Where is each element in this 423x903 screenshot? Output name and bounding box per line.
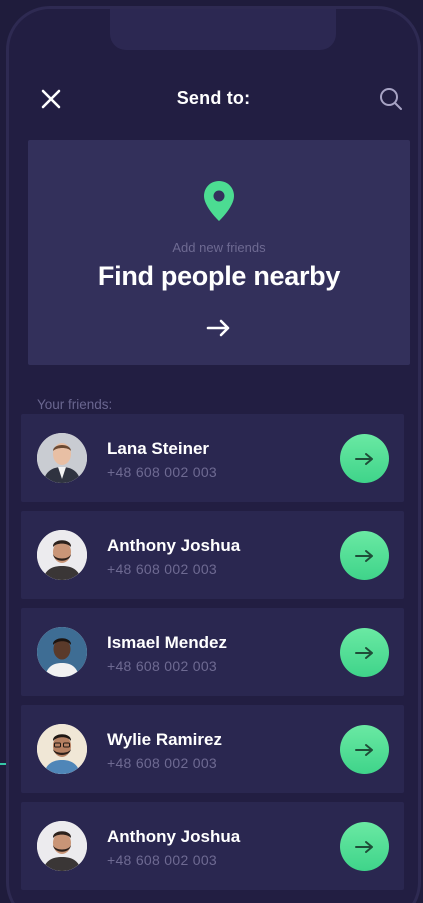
friend-name: Anthony Joshua — [107, 827, 241, 846]
avatar-man-glasses-icon — [37, 724, 87, 774]
avatar-man-beard-icon — [37, 821, 87, 871]
avatar — [37, 530, 87, 580]
avatar-man-beard-icon — [37, 530, 87, 580]
friends-section-label: Your friends: — [37, 397, 113, 412]
card-title: Find people nearby — [97, 261, 341, 291]
friend-phone: +48 608 002 003 — [107, 852, 217, 868]
arrow-right-icon[interactable] — [204, 316, 234, 340]
avatar — [37, 433, 87, 483]
friend-name: Lana Steiner — [107, 439, 210, 458]
find-people-nearby-card[interactable]: Add new friends Find people nearby — [28, 140, 410, 365]
friend-row[interactable]: Anthony Joshua +48 608 002 003 — [21, 802, 404, 890]
friend-phone: +48 608 002 003 — [107, 464, 217, 480]
friend-row[interactable]: Wylie Ramirez +48 608 002 003 — [21, 705, 404, 793]
phone-notch — [110, 9, 336, 50]
avatar — [37, 821, 87, 871]
friend-row[interactable]: Lana Steiner +48 608 002 003 — [21, 414, 404, 502]
friend-phone: +48 608 002 003 — [107, 658, 217, 674]
search-icon — [380, 88, 402, 110]
friend-name: Anthony Joshua — [107, 536, 241, 555]
friend-name: Wylie Ramirez — [107, 730, 222, 749]
avatar — [37, 627, 87, 677]
location-pin-icon — [204, 181, 234, 221]
card-subtitle: Add new friends — [172, 240, 266, 255]
header-bar: Send to: — [9, 81, 418, 117]
send-button[interactable] — [340, 628, 389, 677]
send-button[interactable] — [340, 531, 389, 580]
friend-phone: +48 608 002 003 — [107, 561, 217, 577]
send-button[interactable] — [340, 822, 389, 871]
friend-name: Ismael Mendez — [107, 633, 227, 652]
search-button[interactable] — [378, 86, 404, 112]
page-title: Send to: — [176, 88, 251, 108]
friend-list: Lana Steiner +48 608 002 003 Anthony Jos… — [21, 414, 404, 899]
arrow-right-icon — [354, 743, 373, 756]
avatar — [37, 724, 87, 774]
friend-phone: +48 608 002 003 — [107, 755, 217, 771]
send-button[interactable] — [340, 434, 389, 483]
arrow-right-icon — [354, 549, 373, 562]
friend-row[interactable]: Anthony Joshua +48 608 002 003 — [21, 511, 404, 599]
send-button[interactable] — [340, 725, 389, 774]
arrow-right-icon — [354, 840, 373, 853]
arrow-right-icon — [354, 646, 373, 659]
screen: Send to: Add new friends Find people nea… — [0, 0, 423, 903]
avatar-man-blue-bg-icon — [37, 627, 87, 677]
arrow-right-icon — [354, 452, 373, 465]
friend-row[interactable]: Ismael Mendez +48 608 002 003 — [21, 608, 404, 696]
avatar-man-suit-icon — [37, 433, 87, 483]
